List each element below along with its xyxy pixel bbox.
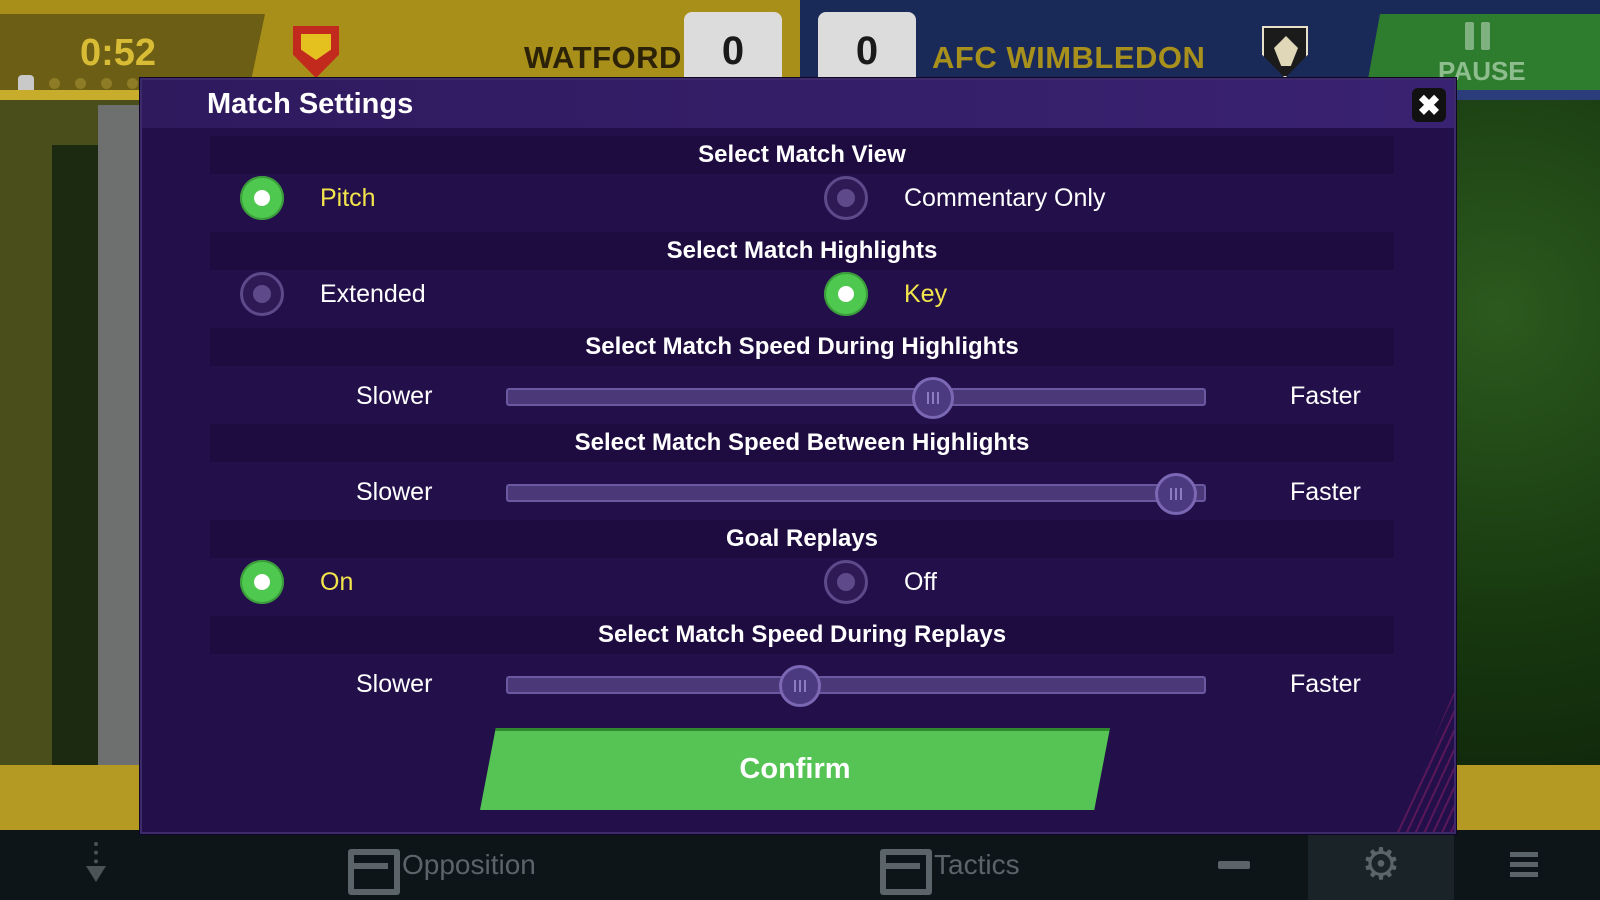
slider-track[interactable] [506,665,1206,707]
radio-commentary-only[interactable]: Commentary Only [824,176,1105,220]
radio-replays-off[interactable]: Off [824,560,937,604]
highlights-section: Select Match Highlights Extended Key [210,232,1394,328]
radio-pitch[interactable]: Pitch [240,176,376,220]
radio-button[interactable] [824,176,868,220]
section-title: Select Match Speed During Highlights [585,333,1019,360]
substitutions-button[interactable] [56,830,136,900]
opposition-label: Opposition [402,849,536,880]
match-view-section: Select Match View Pitch Commentary Only [210,136,1394,232]
pitch-left-view [0,90,140,830]
radio-button-selected[interactable] [240,560,284,604]
period-dot [49,78,60,89]
speed-during-replays-slider-row: Slower Faster [210,654,1394,714]
slider-min-label: Slower [356,478,433,506]
opposition-button[interactable]: Opposition [348,830,536,900]
tactics-label: Tactics [934,849,1020,880]
slider-max-label: Faster [1290,478,1361,506]
section-title: Select Match View [698,141,906,168]
slider-max-label: Faster [1290,382,1361,410]
settings-button[interactable]: ⚙ [1308,830,1454,900]
section-title-row: Select Match View [210,136,1394,174]
radio-button-selected[interactable] [824,272,868,316]
radio-extended[interactable]: Extended [240,272,426,316]
radio-button[interactable] [240,272,284,316]
menu-icon [1510,852,1538,878]
match-clock: 0:52 [80,32,157,74]
tactics-board-icon [880,845,932,895]
radio-replays-on[interactable]: On [240,560,353,604]
speed-during-highlights-section: Select Match Speed During Highlights Slo… [210,328,1394,424]
period-dot [75,78,86,89]
radio-button[interactable] [824,560,868,604]
section-title-row: Select Match Speed During Replays [210,616,1394,654]
home-team-name: WATFORD [524,40,682,75]
close-button[interactable]: ✖ [1412,88,1446,122]
minimize-button[interactable] [1218,830,1252,900]
radio-label: Off [904,567,937,596]
section-title: Select Match Speed Between Highlights [574,429,1030,456]
close-icon: ✖ [1417,89,1441,121]
speed-during-replays-section: Select Match Speed During Replays Slower… [210,616,1394,712]
dialog-header: Match Settings ✖ [142,80,1454,128]
slider-thumb[interactable] [779,665,822,707]
section-title: Select Match Speed During Replays [597,621,1007,648]
goal-replays-section: Goal Replays On Off [210,520,1394,616]
section-title-row: Goal Replays [210,520,1394,558]
confirm-button[interactable]: Confirm [480,728,1110,810]
radio-label: Commentary Only [904,183,1106,212]
slider-min-label: Slower [356,670,433,698]
speed-during-highlights-slider-row: Slower Faster [210,366,1394,426]
gear-icon: ⚙ [1361,840,1401,889]
pitch-stand [98,105,140,765]
slider-min-label: Slower [356,382,433,410]
section-title-row: Select Match Speed Between Highlights [210,424,1394,462]
radio-label: Pitch [320,183,376,212]
radio-label: On [320,567,354,596]
opposition-board-icon [348,845,400,895]
period-dot [101,78,112,89]
radio-key[interactable]: Key [824,272,947,316]
section-title-row: Select Match Speed During Highlights [210,328,1394,366]
tactics-button[interactable]: Tactics [880,830,1020,900]
section-title: Goal Replays [725,525,879,552]
speed-between-highlights-slider-row: Slower Faster [210,462,1394,522]
speed-between-highlights-section: Select Match Speed Between Highlights Sl… [210,424,1394,520]
period-dot [127,78,138,89]
radio-label: Key [904,279,948,308]
away-team-name: AFC WIMBLEDON [932,40,1206,75]
slider-max-label: Faster [1290,670,1361,698]
slider-track[interactable] [506,473,1206,515]
ad-board-right [1455,765,1600,830]
pause-icon [1465,22,1493,50]
ad-board-left [0,765,140,830]
minus-icon [1218,861,1250,869]
pitch-right-view [1455,90,1600,830]
section-title: Select Match Highlights [666,237,938,264]
dialog-title: Match Settings [207,88,414,120]
substitutions-icon [83,842,109,888]
pitch-shadow-strip [52,145,98,765]
section-title-row: Select Match Highlights [210,232,1394,270]
dialog-decoration [1394,692,1454,832]
menu-button[interactable] [1510,830,1540,900]
match-settings-dialog: Match Settings ✖ Select Match View Pitch… [140,78,1456,834]
slider-track[interactable] [506,377,1206,419]
radio-label: Extended [320,279,426,308]
radio-button-selected[interactable] [240,176,284,220]
bottom-nav: Opposition Tactics ⚙ [0,830,1600,900]
slider-thumb[interactable] [911,377,954,419]
slider-thumb[interactable] [1155,473,1198,515]
